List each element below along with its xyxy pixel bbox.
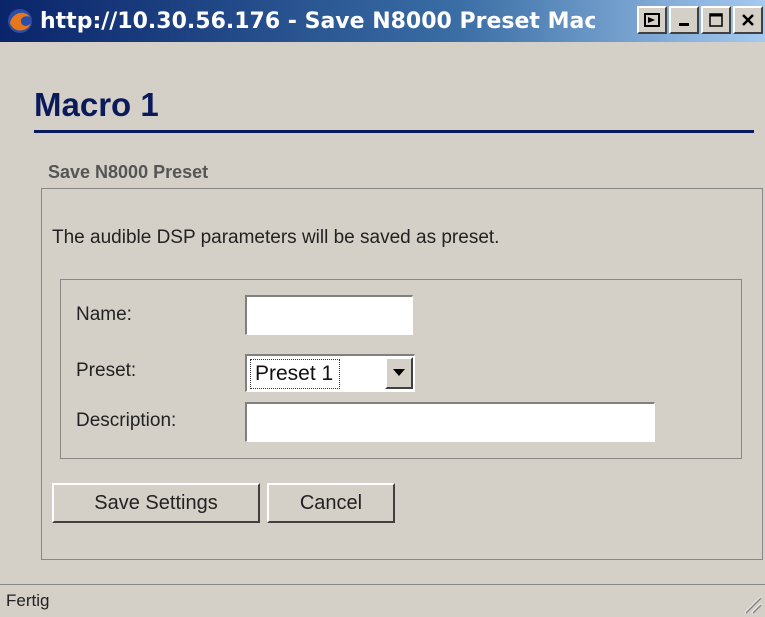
- status-bar: Fertig: [0, 584, 765, 617]
- name-input[interactable]: [245, 295, 413, 335]
- maximize-icon: [709, 13, 723, 27]
- cancel-button[interactable]: Cancel: [267, 483, 395, 523]
- close-button[interactable]: [733, 6, 763, 34]
- page-title: Macro 1: [34, 86, 159, 123]
- save-preset-section: The audible DSP parameters will be saved…: [41, 188, 763, 560]
- title-bar: http://10.30.56.176 - Save N8000 Preset …: [0, 0, 765, 42]
- maximize-button[interactable]: [701, 6, 731, 34]
- restore-icon: [644, 13, 660, 27]
- window-controls: [637, 6, 765, 34]
- section-legend: Save N8000 Preset: [48, 162, 209, 182]
- description-label: Description:: [76, 410, 177, 431]
- resize-grip-icon[interactable]: [741, 593, 763, 615]
- page-content: Macro 1 Save N8000 Preset The audible DS…: [0, 42, 765, 584]
- status-text: Fertig: [6, 591, 50, 610]
- preset-label: Preset:: [76, 360, 137, 381]
- preset-select[interactable]: Preset 1: [245, 354, 415, 392]
- chevron-down-icon: [393, 369, 405, 376]
- description-input[interactable]: [245, 402, 655, 442]
- preset-form: Name: Preset: Preset 1 Description:: [60, 279, 742, 459]
- close-icon: [742, 14, 754, 26]
- heading-divider: [34, 130, 754, 133]
- minimize-icon: [679, 23, 689, 26]
- preset-select-value: Preset 1: [249, 358, 341, 389]
- firefox-icon: [8, 9, 32, 33]
- section-description: The audible DSP parameters will be saved…: [52, 227, 500, 248]
- preset-dropdown-button[interactable]: [385, 357, 413, 389]
- minimize-button[interactable]: [669, 6, 699, 34]
- window-title: http://10.30.56.176 - Save N8000 Preset …: [40, 8, 595, 34]
- save-settings-button[interactable]: Save Settings: [52, 483, 260, 523]
- restore-button[interactable]: [637, 6, 667, 34]
- name-label: Name:: [76, 304, 132, 325]
